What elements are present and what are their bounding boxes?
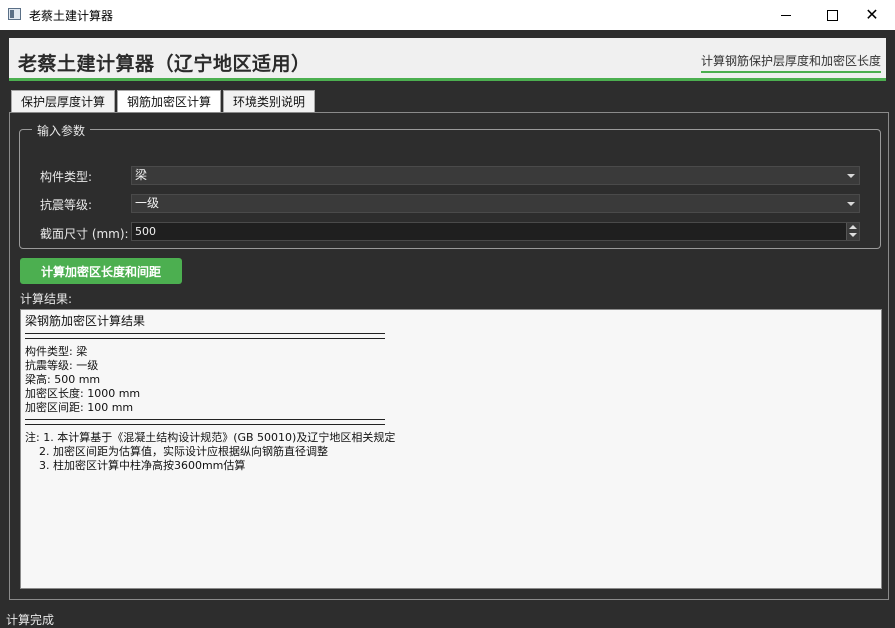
close-icon: ✕	[865, 5, 879, 24]
separator-line	[25, 419, 385, 425]
result-note: 注: 1. 本计算基于《混凝土结构设计规范》(GB 50010)及辽宁地区相关规…	[25, 431, 396, 444]
minimize-icon	[781, 14, 791, 16]
results-title: 梁钢筋加密区计算结果	[25, 314, 146, 328]
chevron-down-icon	[847, 202, 855, 206]
tab-cover-thickness[interactable]: 保护层厚度计算	[11, 90, 116, 112]
window-title: 老蔡土建计算器	[29, 9, 114, 23]
seismic-grade-select[interactable]: 一级	[131, 194, 860, 213]
calculate-button[interactable]: 计算加密区长度和间距	[20, 258, 182, 284]
tab-panel-densified-zone: 输入参数 构件类型: 梁 抗震等级: 一级 截面尺寸 (mm): 500 计算加…	[9, 112, 889, 600]
result-detail: 梁高: 500 mm	[25, 373, 101, 386]
results-label: 计算结果:	[20, 292, 73, 306]
separator-line	[25, 333, 385, 339]
result-detail: 构件类型: 梁	[25, 345, 88, 358]
section-size-label: 截面尺寸 (mm):	[40, 227, 129, 241]
minimize-button[interactable]	[763, 0, 809, 30]
tab-environment-category[interactable]: 环境类别说明	[223, 90, 316, 112]
member-type-value: 梁	[135, 168, 148, 182]
window-titlebar: 老蔡土建计算器 ✕	[0, 0, 895, 30]
close-button[interactable]: ✕	[849, 0, 895, 30]
results-textarea[interactable]: 梁钢筋加密区计算结果 构件类型: 梁 抗震等级: 一级 梁高: 500 mm 加…	[20, 309, 882, 589]
status-text: 计算完成	[6, 613, 55, 627]
app-icon	[8, 8, 21, 20]
result-detail: 加密区长度: 1000 mm	[25, 387, 141, 400]
spin-up-icon[interactable]	[849, 225, 857, 229]
result-note: 3. 柱加密区计算中柱净高按3600mm估算	[25, 459, 246, 472]
page-title: 老蔡土建计算器（辽宁地区适用）	[18, 49, 311, 80]
section-size-spinbox[interactable]: 500	[131, 222, 860, 241]
section-size-value: 500	[135, 225, 156, 238]
input-parameters-group: 输入参数 构件类型: 梁 抗震等级: 一级 截面尺寸 (mm): 500	[19, 122, 881, 249]
page-subtitle: 计算钢筋保护层厚度和加密区长度	[700, 52, 881, 73]
member-type-label: 构件类型:	[40, 170, 93, 184]
seismic-grade-value: 一级	[135, 196, 160, 210]
app-header: 老蔡土建计算器（辽宁地区适用） 计算钢筋保护层厚度和加密区长度	[9, 38, 886, 81]
maximize-icon	[826, 9, 838, 21]
group-title: 输入参数	[32, 122, 91, 139]
spin-down-icon[interactable]	[849, 233, 857, 237]
result-note: 2. 加密区间距为估算值，实际设计应根据纵向钢筋直径调整	[25, 445, 328, 458]
result-detail: 抗震等级: 一级	[25, 359, 99, 372]
member-type-select[interactable]: 梁	[131, 166, 860, 185]
result-detail: 加密区间距: 100 mm	[25, 401, 134, 414]
tab-densified-zone[interactable]: 钢筋加密区计算	[117, 90, 222, 112]
seismic-grade-label: 抗震等级:	[40, 198, 93, 212]
spin-buttons[interactable]	[846, 223, 859, 240]
chevron-down-icon	[847, 174, 855, 178]
tab-bar: 保护层厚度计算 钢筋加密区计算 环境类别说明	[11, 90, 317, 112]
